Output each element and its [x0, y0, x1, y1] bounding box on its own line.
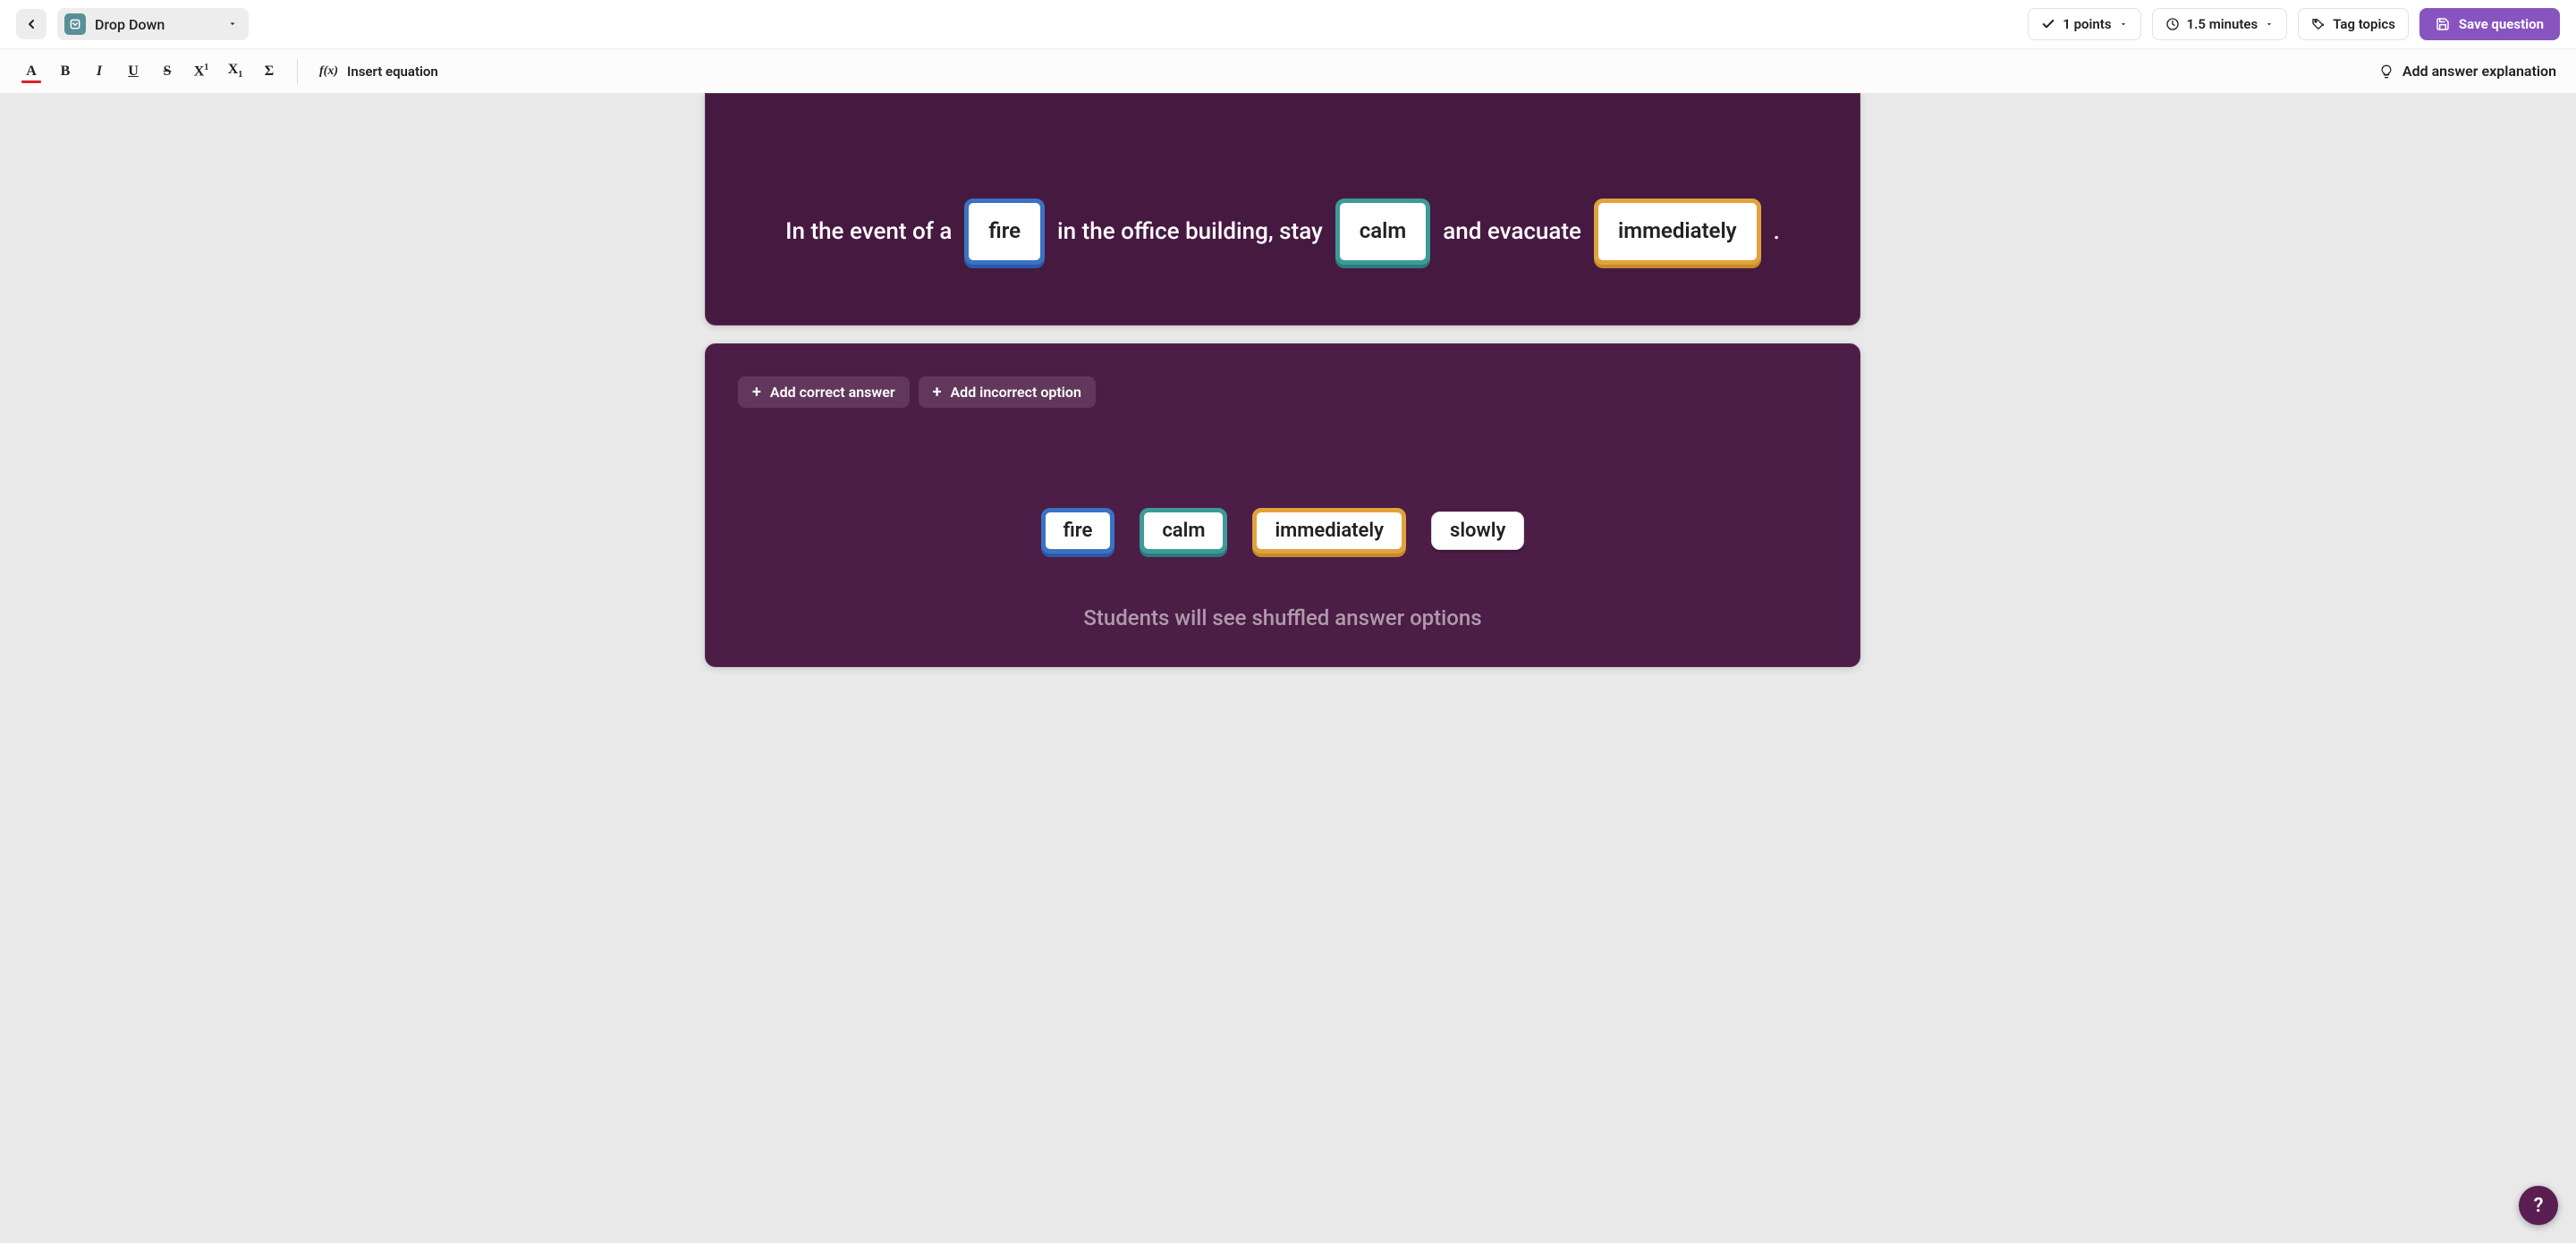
time-selector[interactable]: 1.5 minutes: [2152, 8, 2288, 40]
top-toolbar: Drop Down 1 points 1.5 minutes Tag topic…: [0, 0, 2576, 48]
add-answer-explanation-button[interactable]: Add answer explanation: [2376, 63, 2560, 80]
tag-topics-button[interactable]: Tag topics: [2298, 8, 2409, 40]
caret-down-icon: [227, 16, 238, 33]
caret-down-icon: [2119, 20, 2128, 29]
check-icon: [2041, 17, 2055, 31]
superscript-button[interactable]: X1: [186, 56, 216, 87]
subscript-button[interactable]: X1: [220, 56, 250, 87]
add-correct-answer-label: Add correct answer: [770, 384, 895, 401]
help-icon: ?: [2534, 1195, 2544, 1217]
bold-button[interactable]: B: [50, 56, 80, 87]
lightbulb-icon: [2379, 64, 2394, 79]
format-toolbar: A B I U S X1 X1 Σ f(x) Insert equation A…: [0, 48, 2576, 93]
add-answer-explanation-label: Add answer explanation: [2402, 63, 2556, 80]
insert-equation-button[interactable]: f(x) Insert equation: [310, 56, 447, 87]
text-color-button[interactable]: A: [16, 56, 47, 87]
plus-icon: +: [933, 385, 942, 401]
caret-down-icon: [2265, 20, 2274, 29]
add-correct-answer-button[interactable]: + Add correct answer: [738, 376, 910, 408]
strikethrough-button[interactable]: S: [152, 56, 182, 87]
time-label: 1.5 minutes: [2187, 16, 2258, 32]
question-sentence: In the event of a fire in the office build…: [759, 154, 1806, 264]
blank-chip[interactable]: immediately: [1594, 199, 1761, 264]
answers-header: + Add correct answer + Add incorrect opt…: [727, 366, 1838, 419]
tag-topics-label: Tag topics: [2333, 16, 2395, 32]
chevron-left-icon: [24, 17, 38, 31]
back-button[interactable]: [16, 9, 47, 39]
underline-button[interactable]: U: [118, 56, 148, 87]
add-incorrect-option-label: Add incorrect option: [951, 384, 1081, 401]
insert-equation-label: Insert equation: [347, 63, 438, 80]
answer-option-chip[interactable]: fire: [1041, 508, 1115, 554]
save-question-label: Save question: [2459, 16, 2544, 32]
question-panel[interactable]: In the event of a fire in the office build…: [705, 93, 1860, 326]
sigma-button[interactable]: Σ: [254, 56, 284, 87]
blank-chip[interactable]: calm: [1335, 199, 1431, 264]
add-incorrect-option-button[interactable]: + Add incorrect option: [919, 376, 1096, 408]
help-button[interactable]: ?: [2519, 1186, 2558, 1225]
points-selector[interactable]: 1 points: [2028, 8, 2140, 40]
save-icon: [2436, 17, 2450, 31]
plus-icon: +: [752, 385, 761, 401]
fx-icon: f(x): [319, 64, 338, 79]
save-question-button[interactable]: Save question: [2419, 8, 2560, 40]
question-text-segment: and evacuate: [1443, 211, 1581, 253]
editor-canvas: In the event of a fire in the office build…: [0, 93, 2576, 1243]
divider: [297, 59, 298, 84]
clock-icon: [2165, 17, 2180, 31]
question-type-icon: [64, 13, 86, 35]
tag-icon: [2311, 17, 2326, 31]
shuffle-note: Students will see shuffled answer option…: [727, 589, 1838, 630]
answer-option-chip[interactable]: immediately: [1252, 508, 1406, 554]
answer-option-chip[interactable]: calm: [1140, 508, 1227, 554]
answer-options-row: fire calm immediately slowly: [727, 419, 1838, 589]
question-type-selector[interactable]: Drop Down: [57, 8, 249, 40]
answers-panel: + Add correct answer + Add incorrect opt…: [705, 343, 1860, 667]
question-type-label: Drop Down: [95, 16, 165, 33]
question-text-segment: In the event of a: [785, 211, 952, 253]
points-label: 1 points: [2063, 16, 2111, 32]
blank-chip[interactable]: fire: [964, 199, 1045, 264]
question-text-segment: in the office building, stay: [1057, 211, 1323, 253]
color-swatch: [21, 80, 41, 83]
question-text-segment: .: [1774, 211, 1780, 253]
answer-option-chip[interactable]: slowly: [1431, 512, 1524, 550]
italic-button[interactable]: I: [84, 56, 114, 87]
